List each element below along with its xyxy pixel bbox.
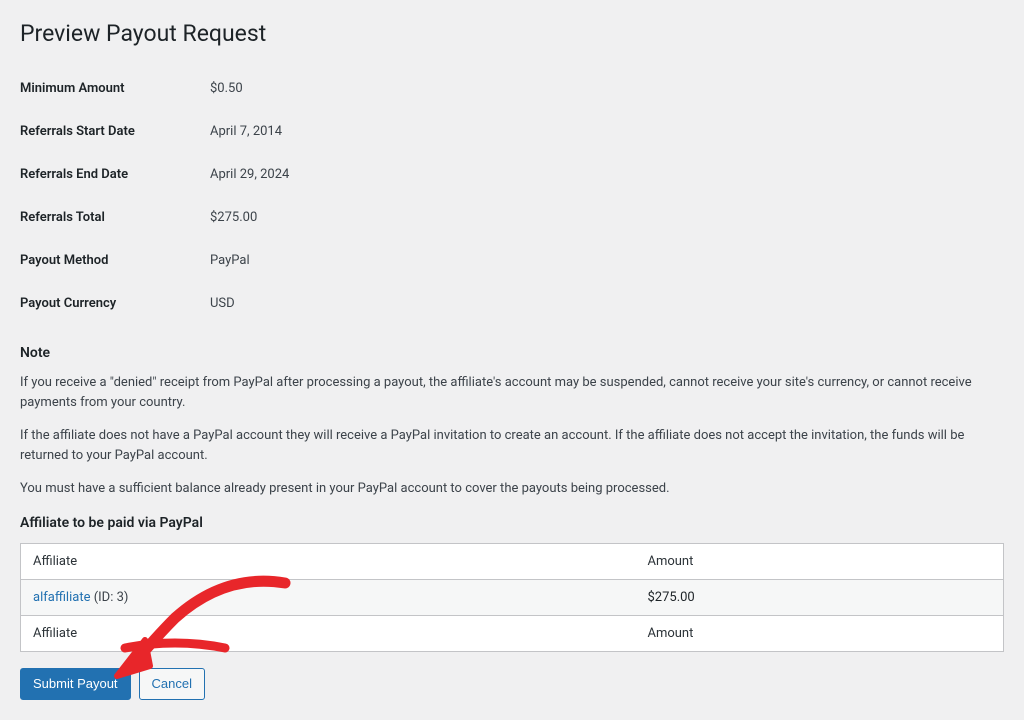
payout-currency-value: USD — [210, 282, 1004, 325]
cancel-button[interactable]: Cancel — [139, 668, 205, 700]
referrals-start-value: April 7, 2014 — [210, 110, 1004, 153]
referrals-end-value: April 29, 2024 — [210, 153, 1004, 196]
payout-method-value: PayPal — [210, 239, 1004, 282]
payout-method-label: Payout Method — [20, 239, 210, 282]
referrals-total-value: $275.00 — [210, 196, 1004, 239]
affiliate-table: Affiliate Amount alfaffiliate (ID: 3) $2… — [20, 543, 1004, 652]
button-row: Submit Payout Cancel — [20, 668, 1004, 700]
page-title: Preview Payout Request — [20, 20, 1004, 47]
minimum-amount-label: Minimum Amount — [20, 67, 210, 110]
col-header-amount: Amount — [635, 543, 1003, 579]
submit-payout-button[interactable]: Submit Payout — [20, 668, 131, 700]
affiliate-section-heading: Affiliate to be paid via PayPal — [20, 515, 1004, 531]
note-heading: Note — [20, 345, 1004, 361]
note-paragraph-3: You must have a sufficient balance alrea… — [20, 479, 1004, 499]
note-paragraph-2: If the affiliate does not have a PayPal … — [20, 426, 1004, 465]
col-footer-amount: Amount — [635, 615, 1003, 651]
referrals-start-label: Referrals Start Date — [20, 110, 210, 153]
note-paragraph-1: If you receive a "denied" receipt from P… — [20, 373, 1004, 412]
affiliate-amount: $275.00 — [635, 579, 1003, 615]
col-header-affiliate: Affiliate — [21, 543, 636, 579]
referrals-end-label: Referrals End Date — [20, 153, 210, 196]
payout-currency-label: Payout Currency — [20, 282, 210, 325]
affiliate-link[interactable]: alfaffiliate — [33, 590, 90, 605]
affiliate-id-text: (ID: 3) — [90, 590, 128, 605]
minimum-amount-value: $0.50 — [210, 67, 1004, 110]
table-row: alfaffiliate (ID: 3) $275.00 — [21, 579, 1004, 615]
referrals-total-label: Referrals Total — [20, 196, 210, 239]
content-wrapper: Preview Payout Request Minimum Amount $0… — [20, 20, 1004, 700]
col-footer-affiliate: Affiliate — [21, 615, 636, 651]
details-table: Minimum Amount $0.50 Referrals Start Dat… — [20, 67, 1004, 325]
